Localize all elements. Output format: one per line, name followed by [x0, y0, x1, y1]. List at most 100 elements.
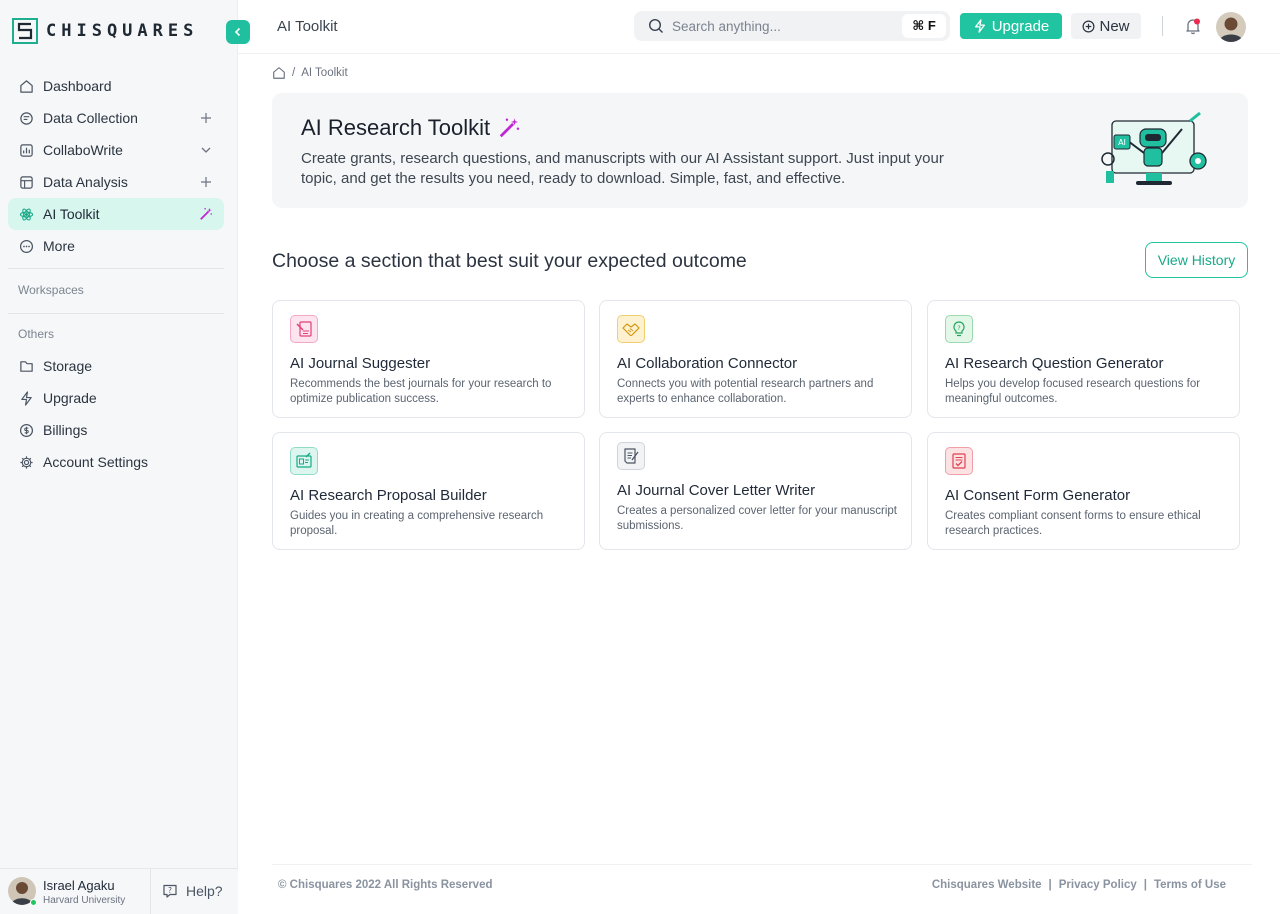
- folder-icon: [18, 358, 34, 374]
- tool-card-collaboration-connector[interactable]: AI Collaboration Connector Connects you …: [599, 300, 912, 418]
- sidebar-item-dashboard[interactable]: Dashboard: [8, 70, 224, 102]
- sidebar-item-billings[interactable]: Billings: [8, 414, 224, 446]
- sidebar-divider: [8, 268, 224, 269]
- sidebar-item-more[interactable]: More: [8, 230, 224, 262]
- section-heading: Choose a section that best suit your exp…: [272, 250, 747, 272]
- billing-icon: [18, 422, 34, 438]
- plus-circle-icon: [1082, 20, 1095, 32]
- journal-icon: [290, 315, 318, 343]
- sidebar-item-data-collection[interactable]: Data Collection: [8, 102, 224, 134]
- tool-card-consent-form-generator[interactable]: AI Consent Form Generator Creates compli…: [927, 432, 1240, 550]
- search-icon: [648, 18, 663, 33]
- top-header: AI Toolkit ⌘ F Upgrade New: [238, 0, 1280, 54]
- handshake-icon: [617, 315, 645, 343]
- sidebar-item-label: Data Analysis: [43, 174, 128, 190]
- footer: © Chisquares 2022 All Rights Reserved Ch…: [272, 864, 1252, 904]
- sidebar: CHISQUARES Dashboard Data Collection Col…: [0, 0, 238, 914]
- view-history-button[interactable]: View History: [1145, 242, 1248, 278]
- sidebar-item-ai-toolkit[interactable]: AI Toolkit: [8, 198, 224, 230]
- sidebar-item-label: CollaboWrite: [43, 142, 123, 158]
- footer-links: Chisquares Website | Privacy Policy | Te…: [932, 879, 1226, 891]
- tool-card-journal-cover-letter-writer[interactable]: AI Journal Cover Letter Writer Creates a…: [599, 432, 912, 550]
- home-icon: [18, 78, 34, 94]
- svg-text:?: ?: [168, 886, 172, 895]
- card-description: Guides you in creating a comprehensive r…: [290, 510, 544, 537]
- card-description: Creates a personalized cover letter for …: [617, 505, 897, 532]
- magic-wand-icon: [499, 118, 520, 138]
- proposal-icon: [290, 447, 318, 475]
- sidebar-item-label: More: [43, 238, 75, 254]
- gear-icon: [18, 454, 34, 470]
- sidebar-item-account-settings[interactable]: Account Settings: [8, 446, 224, 478]
- sidebar-item-data-analysis[interactable]: Data Analysis: [8, 166, 224, 198]
- card-title: AI Journal Suggester: [290, 355, 431, 372]
- footer-separator: |: [1048, 879, 1052, 891]
- plus-icon[interactable]: [198, 174, 214, 190]
- card-description: Helps you develop focused research quest…: [945, 378, 1201, 405]
- search-shortcut-badge: ⌘ F: [902, 14, 946, 38]
- bolt-icon: [974, 19, 985, 33]
- lightbulb-icon: ?: [945, 315, 973, 343]
- search-bar[interactable]: ⌘ F: [634, 11, 950, 41]
- user-divider: [150, 869, 151, 914]
- atom-icon: [18, 206, 34, 222]
- card-description: Connects you with potential research par…: [617, 378, 874, 405]
- help-button[interactable]: ? Help?: [162, 883, 223, 899]
- help-label: Help?: [186, 883, 223, 899]
- svg-text:AI: AI: [1118, 138, 1126, 147]
- user-profile[interactable]: Israel Agaku Harvard University ? Help?: [0, 868, 238, 914]
- card-title: AI Consent Form Generator: [945, 487, 1131, 504]
- sidebar-item-storage[interactable]: Storage: [8, 350, 224, 382]
- sidebar-item-label: Storage: [43, 358, 93, 374]
- card-title: AI Collaboration Connector: [617, 355, 798, 372]
- sidebar-item-collabowrite[interactable]: CollaboWrite: [8, 134, 224, 166]
- new-label: New: [1099, 17, 1130, 35]
- user-name: Israel Agaku: [43, 878, 115, 893]
- breadcrumb-current[interactable]: AI Toolkit: [301, 67, 347, 79]
- collapse-sidebar-button[interactable]: [226, 20, 250, 44]
- tool-card-journal-suggester[interactable]: AI Journal Suggester Recommends the best…: [272, 300, 585, 418]
- chevron-down-icon[interactable]: [198, 142, 214, 158]
- brand-name: CHISQUARES: [46, 21, 199, 41]
- sidebar-item-label: Account Settings: [43, 454, 149, 470]
- main-nav: Dashboard Data Collection CollaboWrite D…: [8, 70, 224, 478]
- more-icon: [18, 238, 34, 254]
- sidebar-item-label: Data Collection: [43, 110, 138, 126]
- search-input[interactable]: [672, 18, 892, 34]
- letter-icon: [617, 442, 645, 470]
- card-title: AI Research Proposal Builder: [290, 487, 487, 504]
- plus-icon[interactable]: [198, 110, 214, 126]
- tool-card-research-proposal-builder[interactable]: AI Research Proposal Builder Guides you …: [272, 432, 585, 550]
- breadcrumb-separator: /: [292, 67, 296, 79]
- new-button[interactable]: New: [1071, 13, 1141, 39]
- home-icon[interactable]: [272, 66, 286, 80]
- page-title: AI Toolkit: [277, 18, 338, 35]
- help-icon: ?: [163, 884, 177, 898]
- upgrade-button[interactable]: Upgrade: [960, 13, 1062, 39]
- brand-logo[interactable]: CHISQUARES: [12, 18, 198, 44]
- card-description: Recommends the best journals for your re…: [290, 378, 552, 405]
- chart-doc-icon: [18, 142, 34, 158]
- banner-description: Create grants, research questions, and m…: [301, 150, 944, 187]
- sidebar-item-upgrade[interactable]: Upgrade: [8, 382, 224, 414]
- footer-link-website[interactable]: Chisquares Website: [932, 879, 1042, 891]
- footer-link-terms[interactable]: Terms of Use: [1154, 879, 1226, 891]
- breadcrumb: / AI Toolkit: [272, 66, 348, 80]
- footer-separator: |: [1143, 879, 1147, 891]
- sidebar-item-label: Upgrade: [43, 390, 97, 406]
- collection-icon: [18, 110, 34, 126]
- footer-link-privacy[interactable]: Privacy Policy: [1059, 879, 1137, 891]
- card-description: Creates compliant consent forms to ensur…: [945, 510, 1201, 537]
- sidebar-item-label: AI Toolkit: [43, 206, 100, 222]
- consent-icon: [945, 447, 973, 475]
- toolkit-banner: AI Research Toolkit Create grants, resea…: [272, 93, 1248, 208]
- sidebar-item-label: Billings: [43, 422, 88, 438]
- avatar[interactable]: [1216, 12, 1246, 42]
- others-label: Others: [18, 327, 55, 341]
- bolt-icon: [18, 390, 34, 406]
- notification-bell-icon[interactable]: [1184, 17, 1202, 35]
- tool-card-research-question-generator[interactable]: ? AI Research Question Generator Helps y…: [927, 300, 1240, 418]
- upgrade-label: Upgrade: [991, 17, 1050, 35]
- chisquares-logo-icon: [12, 18, 38, 44]
- ai-robot-illustration-icon: AI: [1101, 111, 1207, 185]
